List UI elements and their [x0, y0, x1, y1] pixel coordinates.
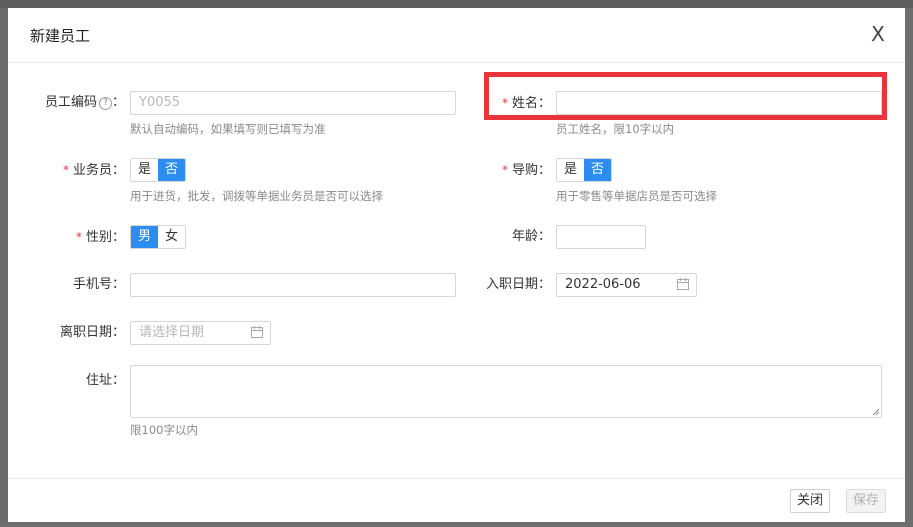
dialog-title: 新建员工: [30, 27, 91, 45]
colon: ：: [111, 373, 125, 388]
backdrop: [0, 0, 913, 8]
required-mark: *: [501, 163, 508, 177]
new-employee-dialog: 新建员工 X 员工编码?： Y0055 默认自动编码，如果填写则已填写为准 * 姓…: [8, 8, 905, 522]
colon: ：: [537, 96, 551, 111]
address-label: 住址：: [18, 369, 125, 393]
employee-code-label: 员工编码?：: [18, 91, 125, 115]
dialog-footer: 关闭 保存: [8, 478, 905, 522]
name-help: 员工姓名，限10字以内: [556, 122, 675, 136]
phone-label: 手机号：: [18, 273, 125, 297]
employee-code-input[interactable]: Y0055: [130, 91, 456, 115]
phone-input[interactable]: [130, 273, 456, 297]
leave-date-picker[interactable]: 请选择日期: [130, 321, 271, 345]
colon: ：: [537, 163, 551, 178]
resize-handle-icon[interactable]: [872, 408, 880, 416]
colon: ：: [111, 163, 125, 178]
colon: ：: [537, 229, 551, 244]
required-mark: *: [75, 230, 82, 244]
leave-date-label: 离职日期：: [18, 321, 125, 345]
gender-female-option[interactable]: 女: [158, 226, 186, 248]
dialog-header: 新建员工 X: [8, 8, 905, 63]
close-icon[interactable]: X: [868, 23, 888, 45]
hire-date-value: 2022-06-06: [565, 277, 641, 292]
salesperson-toggle[interactable]: 是 否: [130, 158, 187, 182]
salesperson-yes-option[interactable]: 是: [131, 159, 159, 181]
guide-toggle[interactable]: 是 否: [556, 158, 613, 182]
colon: ：: [111, 277, 125, 292]
help-icon[interactable]: ?: [98, 97, 112, 110]
save-button[interactable]: 保存: [846, 489, 887, 513]
address-textarea[interactable]: [130, 365, 882, 418]
colon: ：: [111, 325, 125, 340]
address-help: 限100字以内: [130, 423, 198, 437]
colon: ：: [537, 277, 551, 292]
employee-code-label-text: 员工编码: [44, 95, 97, 110]
employee-code-placeholder: Y0055: [139, 95, 181, 110]
guide-label-text: 导购: [511, 163, 538, 178]
gender-toggle[interactable]: 男 女: [130, 225, 187, 249]
name-input[interactable]: [556, 91, 882, 115]
salesperson-no-option[interactable]: 否: [158, 159, 186, 181]
salesperson-label: * 业务员：: [18, 158, 125, 182]
guide-yes-option[interactable]: 是: [557, 159, 585, 181]
age-label-text: 年龄: [511, 229, 538, 244]
backdrop-right: [905, 8, 913, 527]
colon: ：: [111, 95, 125, 110]
guide-no-option[interactable]: 否: [584, 159, 612, 181]
hire-date-picker[interactable]: 2022-06-06: [556, 273, 697, 297]
employee-code-help: 默认自动编码，如果填写则已填写为准: [130, 122, 326, 136]
phone-label-text: 手机号: [72, 277, 112, 292]
close-button[interactable]: 关闭: [790, 489, 831, 513]
guide-help: 用于零售等单据店员是否可选择: [556, 189, 717, 203]
name-label: * 姓名：: [488, 91, 551, 115]
required-mark: *: [501, 96, 508, 110]
calendar-icon[interactable]: [251, 326, 263, 338]
address-label-text: 住址: [85, 373, 112, 388]
guide-label: * 导购：: [488, 158, 551, 182]
leave-date-label-text: 离职日期: [59, 325, 112, 340]
age-input[interactable]: [556, 225, 646, 249]
name-label-text: 姓名: [511, 96, 538, 111]
gender-male-option[interactable]: 男: [131, 226, 159, 248]
gender-label-text: 性别: [85, 230, 112, 245]
backdrop-bottom: [0, 522, 913, 527]
salesperson-label-text: 业务员: [72, 163, 112, 178]
leave-date-placeholder: 请选择日期: [139, 325, 205, 340]
hire-date-label: 入职日期：: [478, 273, 551, 297]
salesperson-help: 用于进货，批发，调拨等单据业务员是否可以选择: [130, 189, 383, 203]
age-label: 年龄：: [488, 225, 551, 249]
gender-label: * 性别：: [18, 225, 125, 249]
calendar-icon[interactable]: [677, 278, 689, 290]
hire-date-label-text: 入职日期: [485, 277, 538, 292]
colon: ：: [111, 230, 125, 245]
required-mark: *: [62, 163, 69, 177]
